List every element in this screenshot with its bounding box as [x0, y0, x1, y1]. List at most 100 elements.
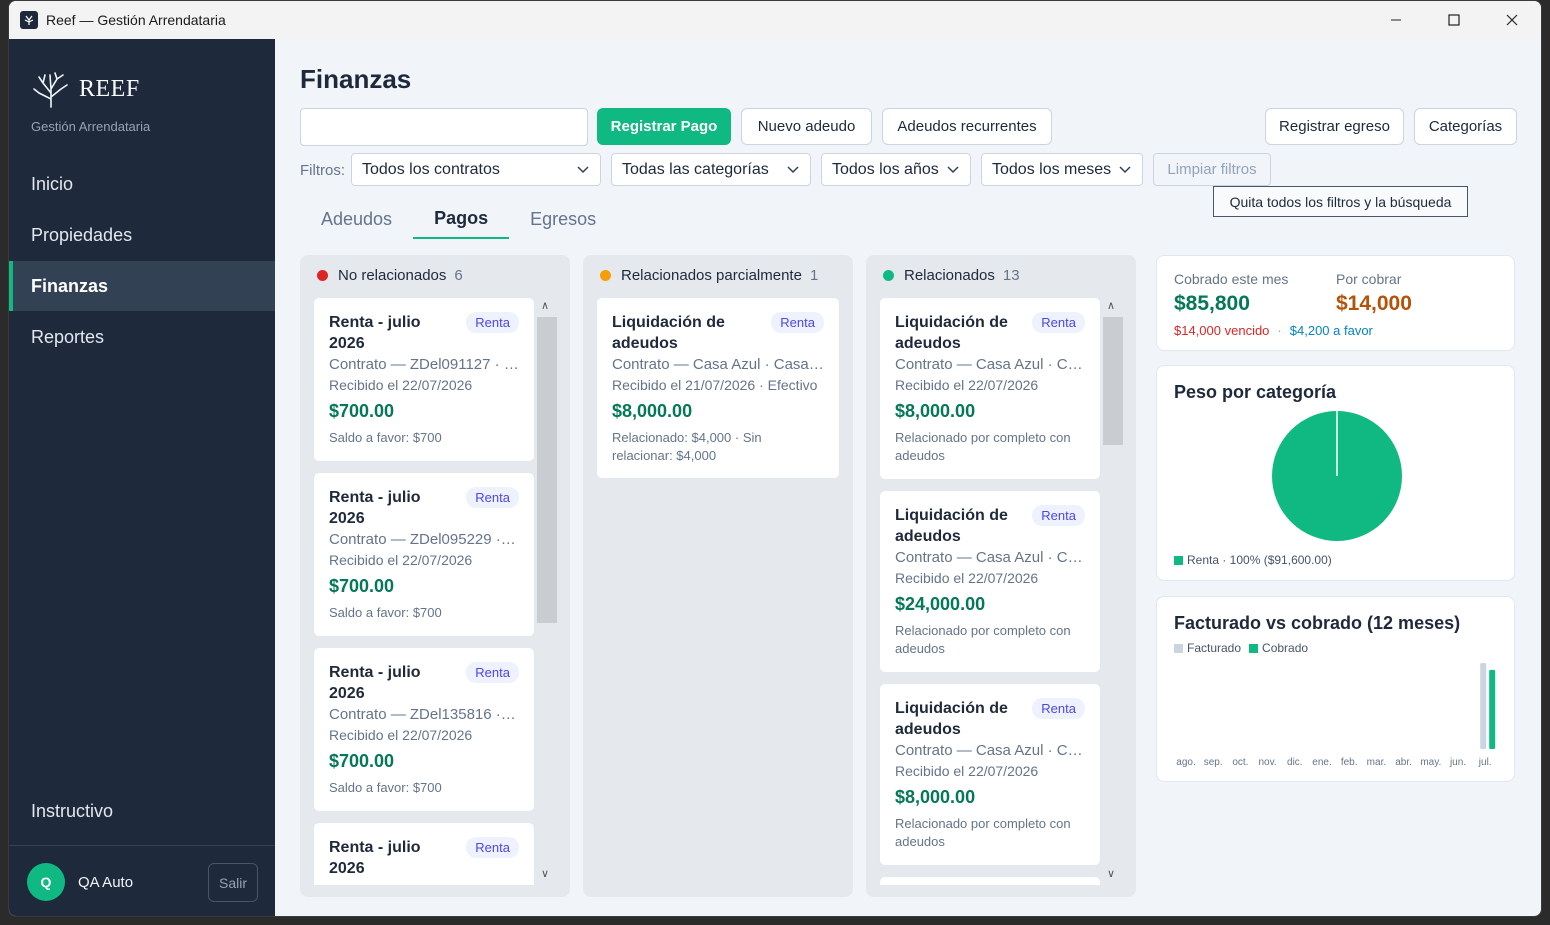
balance-details: $14,000 vencido · $4,200 a favor: [1174, 323, 1373, 338]
search-input[interactable]: [300, 108, 588, 146]
window-title: Reef — Gestión Arrendataria: [46, 12, 226, 28]
payment-card[interactable]: [879, 876, 1101, 885]
scrollbar[interactable]: ∧ ∨: [537, 297, 557, 885]
close-icon[interactable]: [1483, 1, 1541, 39]
recurring-debts-button[interactable]: Adeudos recurrentes: [882, 108, 1052, 145]
bar-cobrado-jul[interactable]: [1489, 669, 1496, 749]
column-count: 1: [809, 267, 819, 284]
payment-card[interactable]: Renta - julio 2026 Renta Contrato — ZDel…: [313, 472, 535, 637]
column-count: 6: [454, 267, 463, 284]
brand-subtitle: Gestión Arrendataria: [31, 119, 151, 134]
clear-filters-button[interactable]: Limpiar filtros: [1153, 153, 1271, 186]
credit-amount: $4,200 a favor: [1289, 323, 1373, 338]
payment-card[interactable]: Liquidación de adeudos Renta Contrato — …: [596, 297, 840, 479]
card-title: Liquidación de adeudos: [895, 507, 1008, 545]
scrollbar[interactable]: ∧ ∨: [1103, 297, 1123, 885]
register-payment-button[interactable]: Registrar Pago: [597, 108, 731, 145]
card-received: Recibido el 21/07/2026 · Efectivo: [612, 377, 818, 393]
status-dot-amber: [600, 270, 611, 281]
sidebar-item-reportes[interactable]: Reportes: [9, 312, 275, 362]
payment-card[interactable]: Liquidación de adeudos Renta Contrato — …: [879, 297, 1101, 480]
card-title: Renta - julio 2026: [329, 839, 421, 877]
scrollbar-thumb[interactable]: [537, 317, 557, 623]
scroll-down-icon[interactable]: ∨: [1107, 867, 1115, 880]
sidebar-nav: Inicio Propiedades Finanzas Reportes: [9, 159, 275, 363]
x-tick-label: ago.: [1176, 757, 1195, 768]
card-title: Renta - julio 2026: [329, 489, 421, 527]
category-badge: Renta: [466, 837, 519, 858]
clear-filters-tooltip: Quita todos los filtros y la búsqueda: [1213, 186, 1468, 217]
status-dot-green: [883, 270, 894, 281]
title-bar: Reef — Gestión Arrendataria: [9, 1, 1541, 39]
category-badge: Renta: [1032, 698, 1085, 719]
column-title: Relacionados: [904, 267, 995, 284]
contract-filter-value: Todos los contratos: [362, 160, 500, 178]
month-filter-select[interactable]: Todos los meses: [981, 153, 1143, 186]
contract-filter-select[interactable]: Todos los contratos: [351, 153, 601, 186]
x-tick-label: jun.: [1449, 757, 1466, 768]
payment-card[interactable]: Liquidación de adeudos Renta Contrato — …: [879, 490, 1101, 673]
x-tick-label: feb.: [1341, 757, 1358, 768]
tab-pagos[interactable]: Pagos: [413, 199, 510, 239]
card-contract: Contrato — Casa Azul · Cas...: [895, 356, 1085, 373]
brand: REEF: [31, 69, 140, 109]
register-expense-button[interactable]: Registrar egreso: [1265, 108, 1404, 145]
pie-legend: Renta · 100% ($91,600.00): [1174, 553, 1332, 567]
card-note: Relacionado por completo con adeudos: [895, 623, 1071, 656]
new-debt-button[interactable]: Nuevo adeudo: [741, 108, 872, 145]
sidebar-item-instructivo[interactable]: Instructivo: [31, 801, 113, 822]
category-badge: Renta: [1032, 312, 1085, 333]
sidebar-item-inicio[interactable]: Inicio: [9, 159, 275, 209]
billed-vs-collected-panel: Facturado vs cobrado (12 meses) Facturad…: [1156, 596, 1515, 782]
category-filter-select[interactable]: Todas las categorías: [611, 153, 811, 186]
logout-button[interactable]: Salir: [208, 863, 258, 902]
scroll-down-icon[interactable]: ∨: [541, 867, 549, 880]
year-filter-select[interactable]: Todos los años: [821, 153, 971, 186]
column-header: Relacionados 13: [883, 267, 1020, 284]
category-badge: Renta: [466, 487, 519, 508]
chevron-down-icon: [947, 166, 959, 174]
payment-card[interactable]: Renta - julio 2026 Renta Contrato — ZDel…: [313, 297, 535, 462]
tab-egresos[interactable]: Egresos: [509, 199, 617, 239]
categories-button[interactable]: Categorías: [1414, 108, 1517, 145]
chevron-down-icon: [577, 166, 589, 174]
collected-value: $85,800: [1174, 292, 1250, 315]
card-note: Relacionado por completo con adeudos: [895, 816, 1071, 849]
card-title: Liquidación de adeudos: [612, 314, 725, 352]
scroll-up-icon[interactable]: ∧: [1107, 299, 1115, 312]
main-content: Finanzas Registrar Pago Nuevo adeudo Ade…: [275, 39, 1541, 916]
card-received: Recibido el 22/07/2026: [329, 552, 473, 568]
sidebar-item-propiedades[interactable]: Propiedades: [9, 210, 275, 260]
category-weight-panel: Peso por categoría Renta · 100% ($91,600…: [1156, 365, 1515, 581]
minimize-icon[interactable]: [1367, 1, 1425, 39]
user-bar: Q QA Auto Salir: [9, 845, 275, 916]
legend-swatch-cobrado: [1249, 643, 1259, 653]
x-tick-label: jul.: [1478, 757, 1492, 768]
x-tick-label: ene.: [1312, 757, 1331, 768]
card-title: Renta - julio 2026: [329, 664, 421, 702]
overdue-amount: $14,000 vencido: [1174, 323, 1270, 338]
scrollbar-thumb[interactable]: [1103, 317, 1123, 445]
year-filter-value: Todos los años: [832, 160, 939, 178]
user-name: QA Auto: [78, 873, 134, 891]
payment-card[interactable]: Renta - julio 2026 Renta: [313, 822, 535, 885]
maximize-icon[interactable]: [1425, 1, 1483, 39]
category-badge: Renta: [466, 662, 519, 683]
card-amount: $8,000.00: [895, 787, 976, 807]
card-title: Liquidación de adeudos: [895, 314, 1008, 352]
column-count: 13: [1002, 267, 1020, 284]
scroll-up-icon[interactable]: ∧: [541, 299, 549, 312]
tab-adeudos[interactable]: Adeudos: [300, 199, 413, 239]
card-amount: $700.00: [329, 751, 395, 771]
legend-label-cobrado: Cobrado: [1262, 641, 1309, 655]
tabs: Adeudos Pagos Egresos: [300, 199, 617, 239]
brand-name: REEF: [79, 75, 140, 102]
bar-facturado-jul[interactable]: [1480, 663, 1487, 749]
card-title: Liquidación de adeudos: [895, 700, 1008, 738]
legend-swatch-renta: [1174, 555, 1183, 565]
payment-card[interactable]: Liquidación de adeudos Renta Contrato — …: [879, 683, 1101, 866]
payment-card[interactable]: Renta - julio 2026 Renta Contrato — ZDel…: [313, 647, 535, 812]
sidebar-item-finanzas[interactable]: Finanzas: [9, 261, 275, 311]
column-relacionados-parcialmente: Relacionados parcialmente 1 Liquidación …: [583, 255, 853, 897]
column-title: Relacionados parcialmente: [621, 267, 802, 284]
